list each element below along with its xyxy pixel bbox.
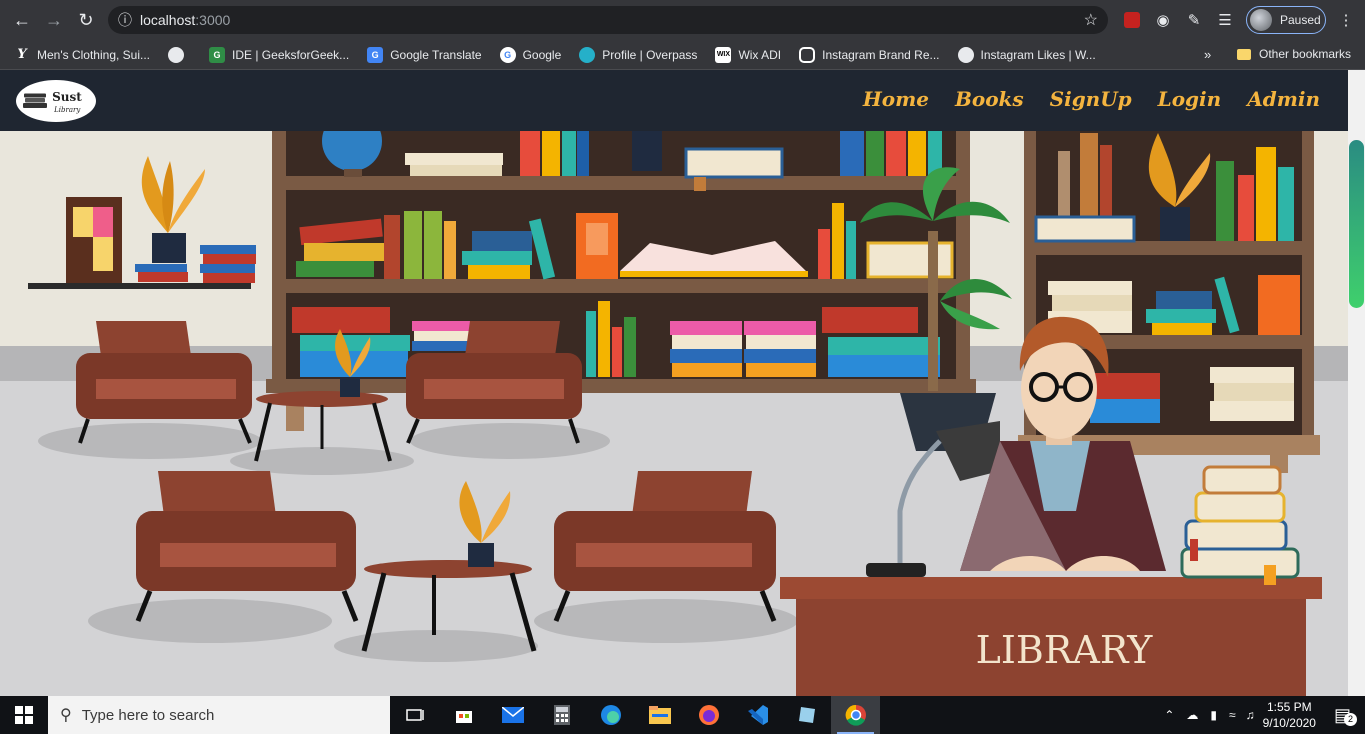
notifications-icon[interactable]: ▤ 2	[1334, 705, 1357, 726]
gfg-icon: G	[209, 46, 226, 63]
media-control-icon[interactable]: ☰	[1213, 8, 1237, 32]
edge-icon[interactable]	[586, 696, 635, 734]
chrome-icon[interactable]	[831, 696, 880, 734]
profile-button[interactable]: Paused	[1246, 6, 1326, 34]
bookmark-item[interactable]: G Google	[499, 46, 561, 63]
center-bookshelf	[266, 131, 976, 431]
forward-icon[interactable]: →	[38, 4, 70, 36]
bookmark-item[interactable]: G Google Translate	[367, 46, 482, 63]
library-hero-illustration: LIBRARY	[0, 131, 1348, 696]
bookmark-item[interactable]: WIX Wix ADI	[715, 46, 781, 63]
notes-app-icon[interactable]	[782, 696, 831, 734]
globe-icon	[957, 46, 974, 63]
nav-home[interactable]: Home	[863, 87, 929, 111]
url-host: localhost	[140, 12, 196, 28]
translate-icon: G	[367, 46, 384, 63]
wix-icon: WIX	[715, 46, 732, 63]
logo-subtitle: Library	[54, 106, 81, 114]
battery-icon[interactable]: ▮	[1210, 708, 1217, 722]
menu-kebab-icon[interactable]: ⋮	[1334, 8, 1358, 32]
nav-books[interactable]: Books	[955, 87, 1024, 111]
vscode-icon[interactable]	[733, 696, 782, 734]
instagram-icon	[799, 46, 816, 63]
wifi-icon[interactable]: ≈	[1229, 708, 1236, 722]
books-icon	[23, 93, 47, 108]
browser-toolbar: ← → ↻ ⓘ localhost:3000 ☆ ◉ ✎ ☰ Paused ⋮	[0, 0, 1365, 40]
extension-red-icon[interactable]	[1120, 8, 1144, 32]
bookmarks-bar: Y Men's Clothing, Sui... G IDE | GeeksforG…	[0, 40, 1365, 70]
fashion-icon: Y	[17, 47, 27, 62]
globe-icon	[168, 46, 185, 63]
google-icon: G	[499, 46, 516, 63]
search-icon: ⚲	[60, 707, 72, 724]
avatar	[1250, 9, 1272, 31]
clock-date: 9/10/2020	[1262, 716, 1316, 730]
site-logo[interactable]: Sust Library	[16, 80, 96, 122]
windows-taskbar: ⚲ Type here to search ⌃ ☁ ▮ ≈ ♫ 1:55 PM …	[0, 696, 1365, 734]
store-icon[interactable]	[439, 696, 488, 734]
bookmark-item[interactable]: Instagram Brand Re...	[799, 46, 940, 63]
taskbar-clock[interactable]: 1:55 PM 9/10/2020	[1263, 699, 1316, 731]
desk-sign: LIBRARY	[976, 628, 1154, 672]
reload-icon[interactable]: ↻	[70, 4, 102, 36]
calculator-icon[interactable]	[537, 696, 586, 734]
nav-login[interactable]: Login	[1158, 87, 1222, 111]
url-port: :3000	[195, 12, 231, 28]
chevron-up-icon[interactable]: ⌃	[1164, 708, 1174, 722]
volume-icon[interactable]: ♫	[1246, 708, 1255, 722]
file-explorer-icon[interactable]	[635, 696, 684, 734]
bookmark-item[interactable]: Profile | Overpass	[579, 46, 697, 63]
bookmark-item[interactable]: Instagram Likes | W...	[957, 46, 1096, 63]
task-view-icon[interactable]	[390, 696, 439, 734]
clock-time: 1:55 PM	[1266, 700, 1312, 714]
bookmarks-overflow-button[interactable]: »	[1204, 47, 1211, 62]
system-tray: ⌃ ☁ ▮ ≈ ♫ 1:55 PM 9/10/2020 ▤ 2	[1164, 696, 1365, 734]
windows-start-icon[interactable]	[0, 696, 48, 734]
back-icon[interactable]: ←	[6, 4, 38, 36]
nav-links: Home Books SignUp Login Admin	[863, 87, 1320, 111]
web-page: Sust Library Home Books SignUp Login Adm…	[0, 70, 1348, 696]
bookmark-item[interactable]: G IDE | GeeksforGeek...	[209, 46, 349, 63]
bookmark-item[interactable]: Y Men's Clothing, Sui...	[14, 47, 150, 63]
other-bookmarks-folder[interactable]: Other bookmarks	[1237, 47, 1351, 61]
site-info-icon[interactable]: ⓘ	[118, 10, 140, 30]
search-placeholder: Type here to search	[81, 706, 215, 724]
logo-name: Sust	[52, 90, 82, 104]
extensions-puzzle-icon[interactable]: ✎	[1182, 8, 1206, 32]
mail-icon[interactable]	[488, 696, 537, 734]
folder-icon	[1237, 48, 1251, 60]
extension-target-icon[interactable]: ◉	[1151, 8, 1175, 32]
profile-status: Paused	[1280, 13, 1321, 27]
notification-count: 2	[1343, 712, 1357, 726]
bookmark-item[interactable]	[168, 46, 191, 63]
onedrive-cloud-icon[interactable]: ☁	[1186, 708, 1198, 722]
overpass-icon	[579, 46, 596, 63]
address-bar[interactable]: ⓘ localhost:3000 ☆	[108, 6, 1108, 34]
bookmark-star-icon[interactable]: ☆	[1084, 10, 1098, 30]
nav-signup[interactable]: SignUp	[1050, 87, 1132, 111]
firefox-icon[interactable]	[684, 696, 733, 734]
site-navbar: Sust Library Home Books SignUp Login Adm…	[0, 70, 1348, 131]
nav-admin[interactable]: Admin	[1247, 87, 1320, 111]
taskbar-search-box[interactable]: ⚲ Type here to search	[48, 696, 390, 734]
scrollbar-thumb[interactable]	[1349, 140, 1364, 308]
